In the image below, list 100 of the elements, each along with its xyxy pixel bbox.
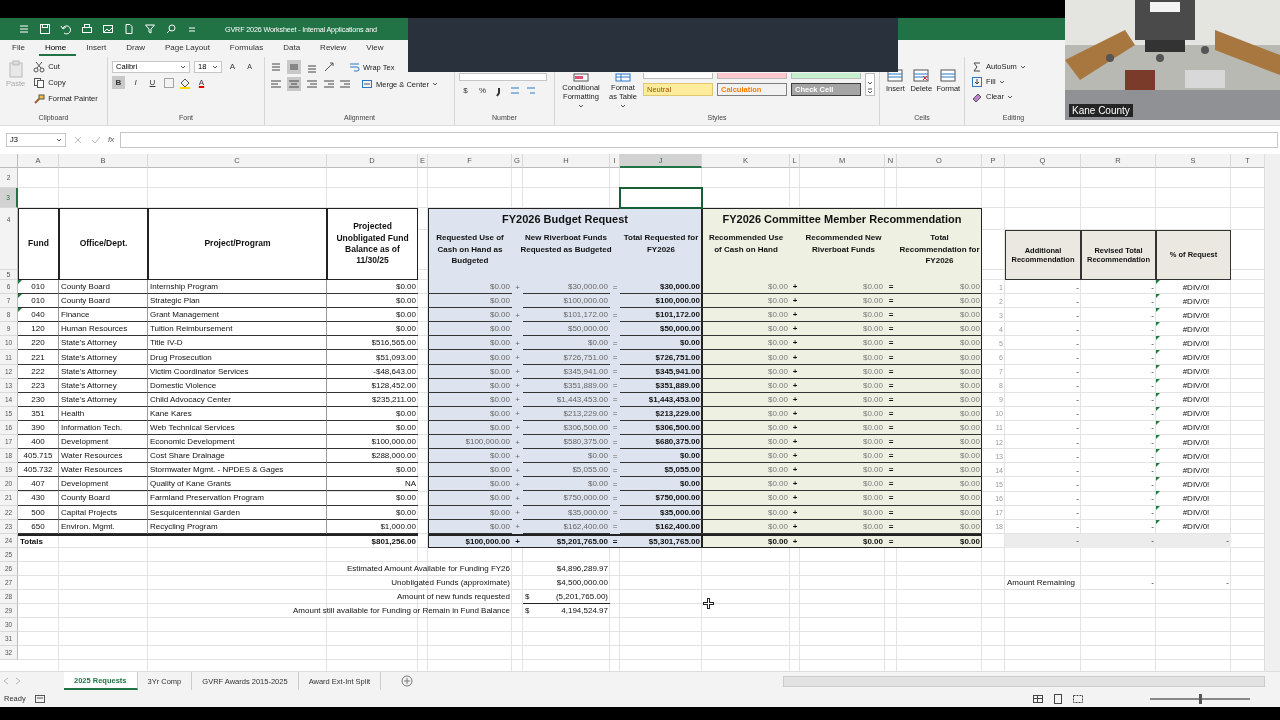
error-indicator-icon[interactable]: [1156, 336, 1160, 341]
vertical-scrollbar[interactable]: [1264, 154, 1280, 671]
error-indicator-icon[interactable]: [1156, 420, 1160, 425]
table-cell: $0.00: [897, 519, 982, 534]
fill-color-icon[interactable]: [179, 76, 191, 89]
table-cell-text: #DIV/0!: [1181, 422, 1211, 435]
operator-sign: =: [885, 308, 897, 323]
table-cell: $345,941.00: [620, 364, 702, 379]
table-cell-text: -: [1150, 366, 1155, 379]
page-break-view-icon[interactable]: [1072, 692, 1084, 705]
italic-button[interactable]: I: [129, 76, 142, 89]
error-indicator-icon[interactable]: [1156, 308, 1160, 313]
picture-icon[interactable]: [102, 23, 114, 35]
table-cell: $0.00: [897, 392, 982, 407]
table-cell-text: -: [1075, 281, 1080, 294]
error-indicator-icon[interactable]: [1156, 294, 1160, 299]
ribbon-tab[interactable]: Formulas: [223, 41, 274, 56]
zoom-thumb[interactable]: [1198, 693, 1202, 704]
operator-sign: +: [790, 392, 800, 407]
formula-input[interactable]: [120, 131, 1278, 148]
table-cell: $0.00: [800, 505, 885, 520]
error-indicator-icon[interactable]: [1156, 505, 1160, 510]
table-cell: $0.00: [800, 533, 885, 548]
table-cell: Quality of Kane Grants: [148, 477, 327, 492]
autosave-icon[interactable]: [18, 23, 30, 35]
table-cell: Environ. Mgmt.: [59, 519, 148, 534]
ribbon-tab[interactable]: Page Layout: [158, 41, 220, 56]
table-cell-text: #DIV/0!: [1181, 323, 1211, 336]
copy-icon: [33, 76, 46, 89]
bold-button[interactable]: B: [112, 76, 125, 89]
table-cell: $0.00: [800, 477, 885, 492]
add-sheet-icon[interactable]: [401, 675, 414, 687]
table-cell: $0.00: [702, 364, 790, 379]
table-cell: $0.00: [800, 378, 885, 393]
error-indicator-icon[interactable]: [1156, 477, 1160, 482]
table-cell-text: #DIV/0!: [1181, 309, 1211, 322]
operator-sign: =: [885, 364, 897, 379]
error-indicator-icon[interactable]: [1156, 463, 1160, 468]
operator-sign: +: [514, 478, 521, 491]
table-cell: $0.00: [702, 406, 790, 421]
ribbon-tab[interactable]: View: [360, 41, 394, 56]
error-indicator-icon[interactable]: [1156, 350, 1160, 355]
ribbon-tab[interactable]: Insert: [80, 41, 117, 56]
orientation-icon[interactable]: [323, 61, 335, 73]
save-icon[interactable]: [39, 23, 51, 35]
filter-icon[interactable]: [144, 23, 156, 35]
table-cell-text: -: [1075, 436, 1080, 449]
table-cell: -: [1005, 533, 1081, 548]
normal-view-icon[interactable]: [1032, 692, 1044, 705]
search-icon[interactable]: [165, 23, 177, 35]
gallery-scroll-icon[interactable]: [865, 73, 875, 96]
document-icon[interactable]: [123, 23, 135, 35]
grow-font-button[interactable]: A: [226, 60, 239, 73]
insert-function-button[interactable]: fx: [108, 135, 115, 144]
operator-sign: +: [790, 533, 800, 548]
undo-icon[interactable]: [60, 23, 72, 35]
table-cell: Title IV-D: [148, 336, 327, 351]
table-cell: $0.00: [428, 322, 512, 337]
table-cell: 120: [18, 322, 59, 337]
error-indicator-icon[interactable]: [1156, 378, 1160, 383]
currency-button[interactable]: $: [459, 84, 472, 97]
table-cell: $0.00: [702, 322, 790, 337]
percent-button[interactable]: %: [476, 84, 489, 97]
table-cell: $0.00: [523, 477, 610, 492]
caret-icon: [998, 78, 1005, 85]
ribbon-tab[interactable]: Draw: [120, 41, 155, 56]
accessibility-icon[interactable]: [33, 692, 46, 705]
error-indicator-icon[interactable]: [1156, 519, 1160, 524]
style-swatch[interactable]: [717, 73, 787, 79]
table-cell: $0.00: [897, 294, 982, 309]
underline-button[interactable]: U: [146, 76, 159, 89]
caret-icon: [431, 81, 438, 87]
table-cell: Information Tech.: [59, 420, 148, 436]
table-cell-text: -: [1150, 323, 1155, 336]
error-indicator-icon[interactable]: [1156, 491, 1160, 496]
column-heading: Recommended New Riverboat Funds: [804, 232, 883, 256]
horizontal-scrollbar[interactable]: [783, 675, 1265, 687]
number-format-field[interactable]: [459, 73, 547, 81]
ribbon-tab[interactable]: File: [6, 41, 35, 56]
error-indicator-icon[interactable]: [1156, 435, 1160, 440]
font-color-button[interactable]: A: [195, 76, 208, 89]
table-cell: $5,055.00: [523, 463, 610, 478]
style-swatch[interactable]: [643, 73, 713, 79]
page-layout-view-icon[interactable]: [1052, 692, 1064, 705]
operator-sign: =: [885, 294, 897, 309]
error-indicator-icon[interactable]: [1156, 406, 1160, 411]
table-cell-text: -: [1150, 478, 1155, 491]
table-icon: [614, 73, 632, 82]
error-indicator-icon[interactable]: [1156, 449, 1160, 454]
operator-sign: +: [790, 364, 800, 379]
merge-icon: [361, 78, 373, 90]
style-swatch[interactable]: [791, 73, 861, 79]
printer-icon[interactable]: [81, 23, 93, 35]
error-indicator-icon[interactable]: [1156, 392, 1160, 397]
ribbon-tab[interactable]: Review: [314, 41, 357, 56]
error-indicator-icon[interactable]: [1156, 364, 1160, 369]
error-indicator-icon[interactable]: [1156, 322, 1160, 327]
operator-sign: =: [611, 478, 619, 491]
table-cell-text: -: [1150, 295, 1155, 308]
ribbon-tab[interactable]: Data: [277, 41, 311, 56]
